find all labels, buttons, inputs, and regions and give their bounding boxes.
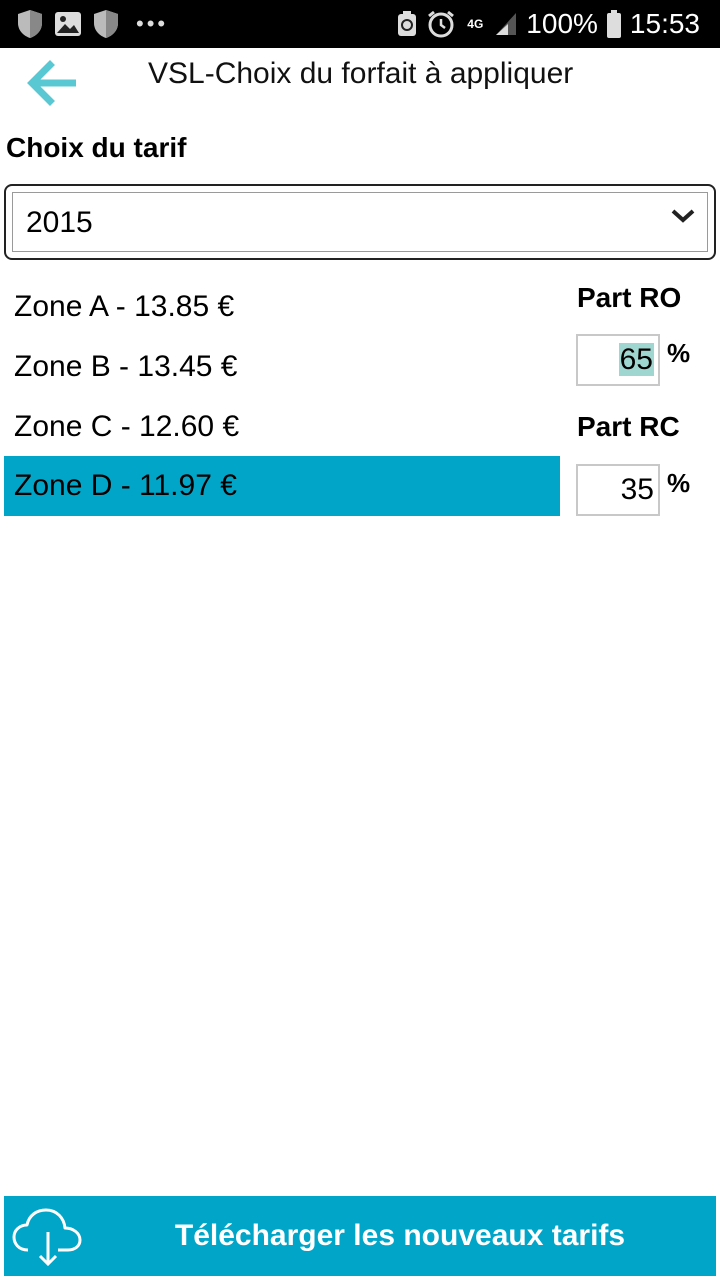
tariff-selected-value: 2015	[26, 206, 93, 239]
download-tariffs-label: Télécharger les nouveaux tarifs	[174, 1219, 626, 1252]
part-rc-unit: %	[667, 468, 691, 498]
zone-item-a[interactable]: Zone A - 13.85 €	[4, 277, 560, 337]
arrow-left-icon	[27, 60, 76, 106]
battery-percentage: 100%	[526, 8, 598, 39]
back-button[interactable]	[26, 60, 80, 106]
battery-icon	[606, 10, 621, 38]
network-type-indicator: 4G	[467, 17, 484, 31]
tariff-select[interactable]: 2015	[4, 184, 716, 260]
part-ro-unit: %	[667, 338, 691, 368]
chevron-down-icon	[671, 209, 695, 223]
zone-item-c[interactable]: Zone C - 12.60 €	[4, 397, 560, 457]
image-icon	[55, 12, 81, 36]
more-notifications-indicator: •••	[136, 11, 169, 36]
part-ro-value: 65	[618, 343, 654, 376]
tariff-label: Choix du tarif	[6, 132, 187, 163]
select-frame	[12, 192, 708, 252]
zone-item-b[interactable]: Zone B - 13.45 €	[4, 337, 560, 397]
alarm-icon	[428, 10, 455, 38]
zone-item-d[interactable]: Zone D - 11.97 €	[4, 456, 560, 516]
part-rc-input[interactable]: 35	[576, 464, 660, 516]
cloud-download-icon	[12, 1208, 82, 1267]
shield-icon	[94, 10, 118, 38]
recycle-icon	[398, 11, 417, 36]
part-ro-label: Part RO	[577, 282, 682, 313]
part-rc-value: 35	[620, 473, 654, 506]
part-rc-label: Part RC	[577, 411, 680, 442]
signal-icon	[496, 13, 517, 35]
shield-icon	[18, 10, 42, 38]
clock: 15:53	[629, 8, 700, 39]
download-tariffs-button[interactable]: Télécharger les nouveaux tarifs	[4, 1196, 716, 1276]
page-title: VSL-Choix du forfait à appliquer	[148, 57, 574, 90]
part-ro-input[interactable]: 65	[576, 334, 660, 386]
status-bar: ••• 4G 100% 15:53	[0, 0, 720, 48]
